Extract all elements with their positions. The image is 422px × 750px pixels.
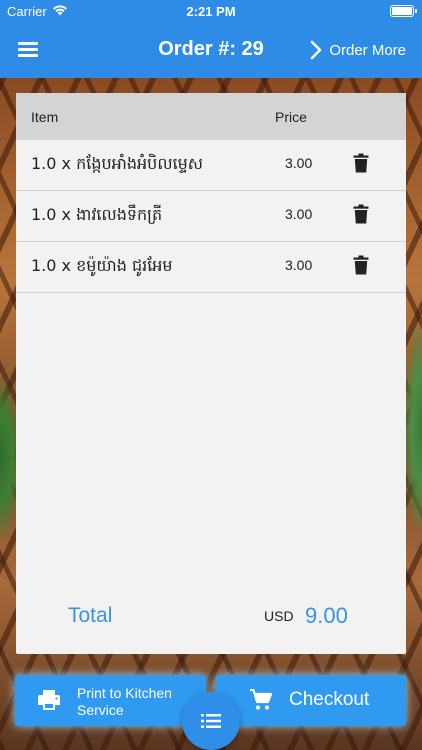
order-list-fab[interactable] [182, 692, 240, 750]
total-label: Total [68, 604, 113, 627]
order-item-name: 1.0 x ងាវលេងទឹកត្រី [31, 205, 163, 224]
table-header: Item Price [16, 93, 406, 140]
checkout-button[interactable]: Checkout [216, 675, 406, 726]
trash-icon[interactable] [353, 255, 369, 275]
order-card: Item Price 1.0 x កង្កែបអាំងអំបិលម្ទេស 3.… [16, 93, 406, 654]
order-item-row[interactable]: 1.0 x ខម៉ូយ៉ាង ជូរអែម 3.00 [16, 242, 406, 293]
order-item-name: 1.0 x កង្កែបអាំងអំបិលម្ទេស [31, 154, 204, 173]
order-item-price: 3.00 [285, 257, 313, 273]
column-item: Item [31, 109, 59, 125]
order-item-name: 1.0 x ខម៉ូយ៉ាង ជូរអែម [31, 256, 173, 275]
order-item-row[interactable]: 1.0 x កង្កែបអាំងអំបិលម្ទេស 3.00 [16, 140, 406, 191]
print-to-kitchen-button[interactable]: Print to Kitchen Service [15, 675, 206, 726]
status-bar: Carrier 2:21 PM [0, 0, 422, 22]
total-amount: 9.00 [305, 603, 348, 628]
order-more-button[interactable]: Order More [309, 39, 406, 61]
printer-icon [38, 690, 60, 710]
order-item-price: 3.00 [285, 206, 313, 222]
trash-icon[interactable] [353, 204, 369, 224]
app-header: Carrier 2:21 PM Order #: 29 Order More [0, 0, 422, 78]
trash-icon[interactable] [353, 153, 369, 173]
battery-icon [390, 5, 417, 17]
status-time: 2:21 PM [186, 4, 236, 19]
order-item-price: 3.00 [285, 155, 313, 171]
order-item-row[interactable]: 1.0 x ងាវលេងទឹកត្រី 3.00 [16, 191, 406, 242]
column-price: Price [275, 109, 307, 125]
checkout-label: Checkout [289, 689, 370, 710]
plant-right [404, 328, 422, 528]
chevron-right-icon [311, 40, 322, 60]
list-icon [201, 714, 221, 728]
cart-icon [250, 689, 272, 710]
order-items-list: 1.0 x កង្កែបអាំងអំបិលម្ទេស 3.00 1.0 x ងា… [16, 140, 406, 293]
order-more-label: Order More [329, 41, 406, 59]
currency-label: USD [264, 608, 294, 624]
